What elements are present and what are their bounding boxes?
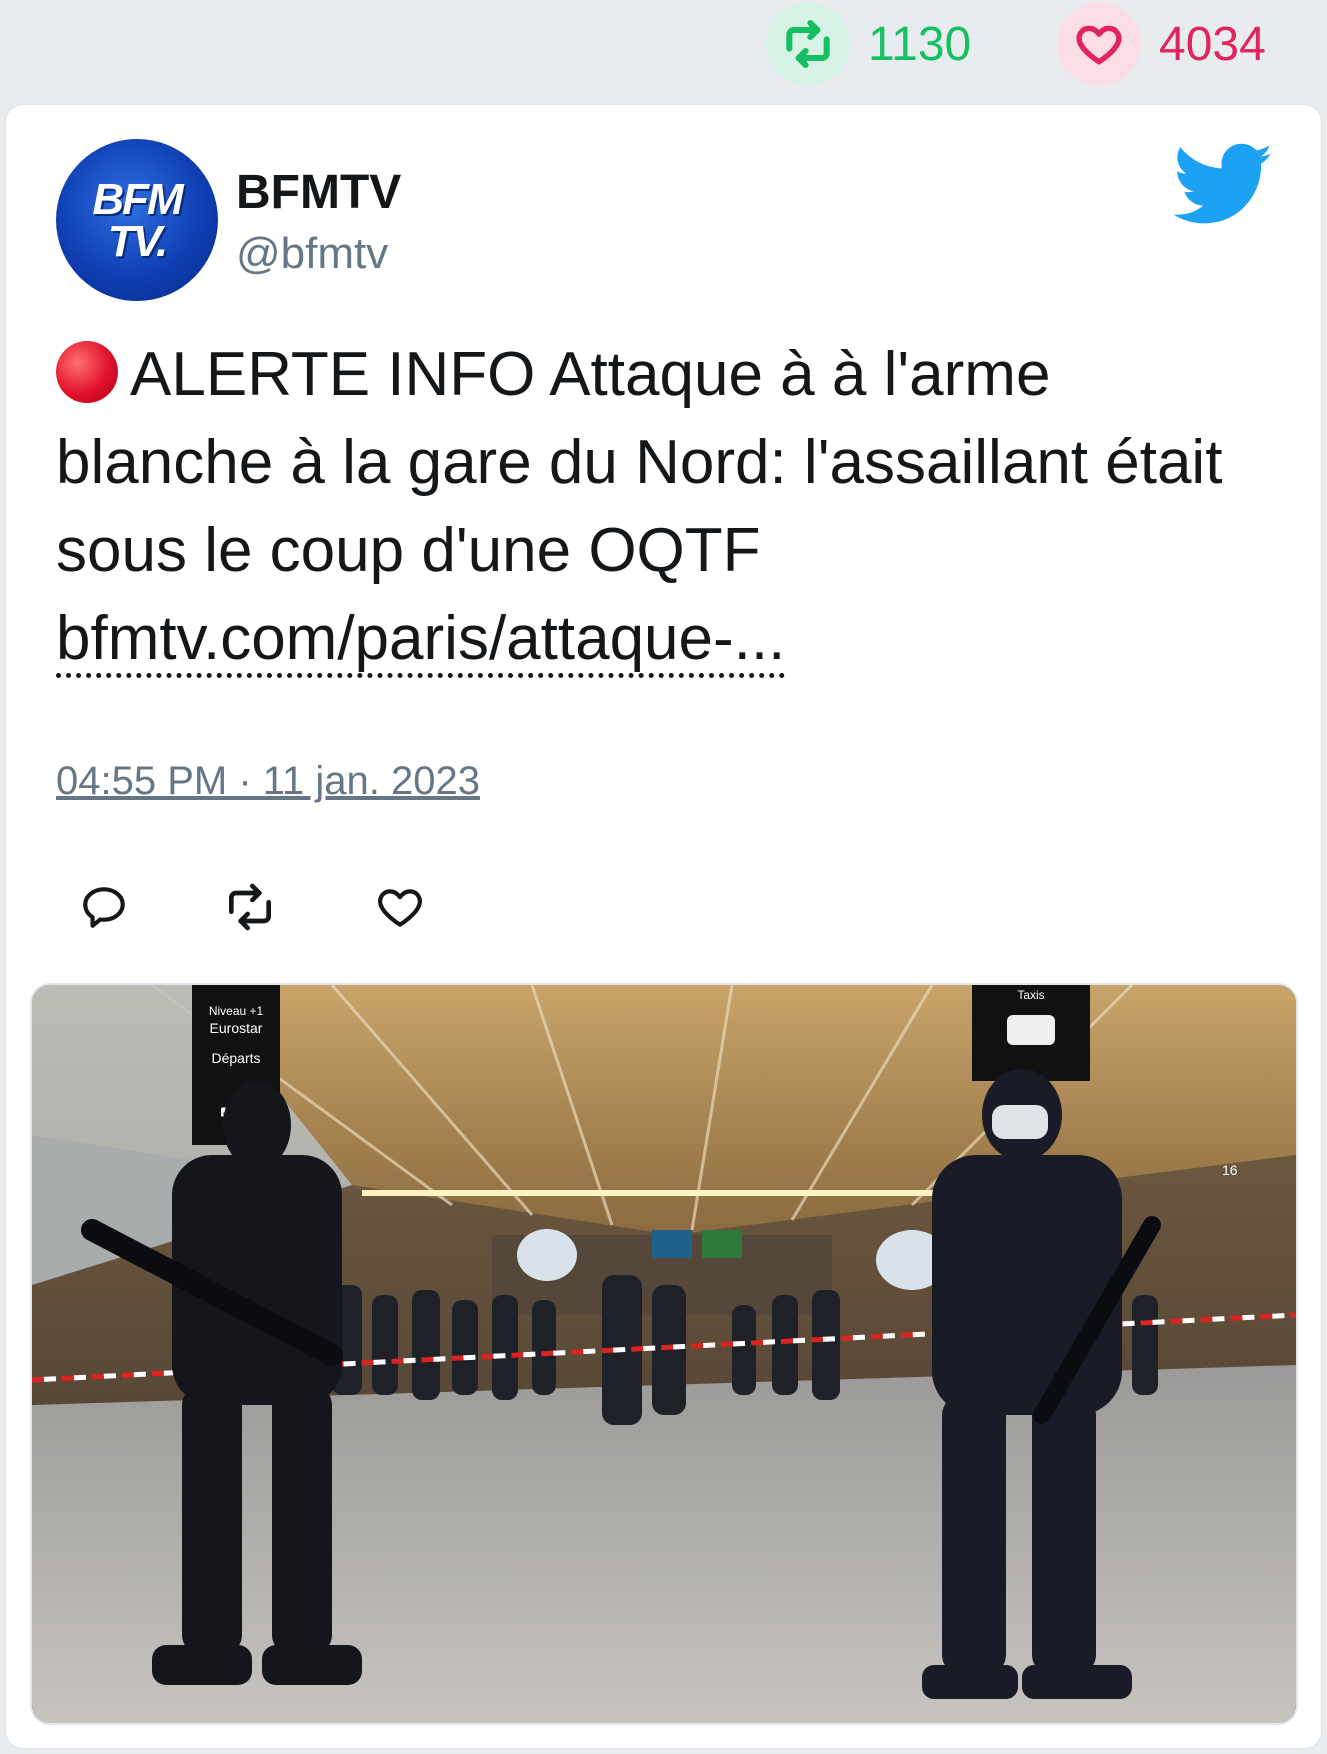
avatar[interactable]: BFM TV. <box>56 139 218 301</box>
tweet-body: ALERTE INFO Attaque à à l'arme blanche à… <box>56 340 1223 585</box>
tweet-card[interactable]: BFM TV. BFMTV @bfmtv ALERTE INFO Attaque… <box>5 104 1322 1749</box>
tweet-link[interactable]: bfmtv.com/paris/attaque-... <box>56 605 786 678</box>
heart-icon <box>378 889 422 927</box>
retweet-stat[interactable]: 1130 <box>766 2 972 86</box>
sign-text-1: Niveau +1 <box>209 1004 264 1018</box>
retweet-icon <box>766 2 850 86</box>
retweet-count: 1130 <box>868 17 972 71</box>
tweet-photo[interactable]: Niveau +1 Eurostar Départs ↖ Taxis 16 <box>30 983 1298 1725</box>
avatar-logo: BFM TV. <box>92 175 183 266</box>
sign-text-2: Eurostar <box>210 1020 263 1036</box>
like-button[interactable] <box>372 879 428 935</box>
tweet-text: ALERTE INFO Attaque à à l'arme blanche à… <box>56 331 1246 683</box>
author-handle[interactable]: @bfmtv <box>236 229 388 279</box>
heart-icon <box>1057 2 1141 86</box>
like-stat[interactable]: 4034 <box>1057 2 1266 86</box>
red-circle-icon <box>56 341 118 403</box>
retweet-button[interactable] <box>222 879 278 935</box>
twitter-bird-icon <box>1174 143 1273 224</box>
engagement-stats: 1130 4034 <box>0 0 1327 102</box>
sign-text-4: Taxis <box>1017 988 1044 1002</box>
station-photo: Niveau +1 Eurostar Départs ↖ Taxis 16 <box>32 985 1296 1723</box>
like-count: 4034 <box>1159 17 1266 71</box>
platform-number: 16 <box>1222 1162 1238 1178</box>
reply-icon <box>83 887 125 928</box>
reply-button[interactable] <box>76 879 132 935</box>
author-name[interactable]: BFMTV <box>236 165 401 220</box>
retweet-icon <box>229 883 271 931</box>
sign-text-3: Départs <box>211 1050 260 1066</box>
tweet-timestamp[interactable]: 04:55 PM · 11 jan. 2023 <box>56 759 480 804</box>
